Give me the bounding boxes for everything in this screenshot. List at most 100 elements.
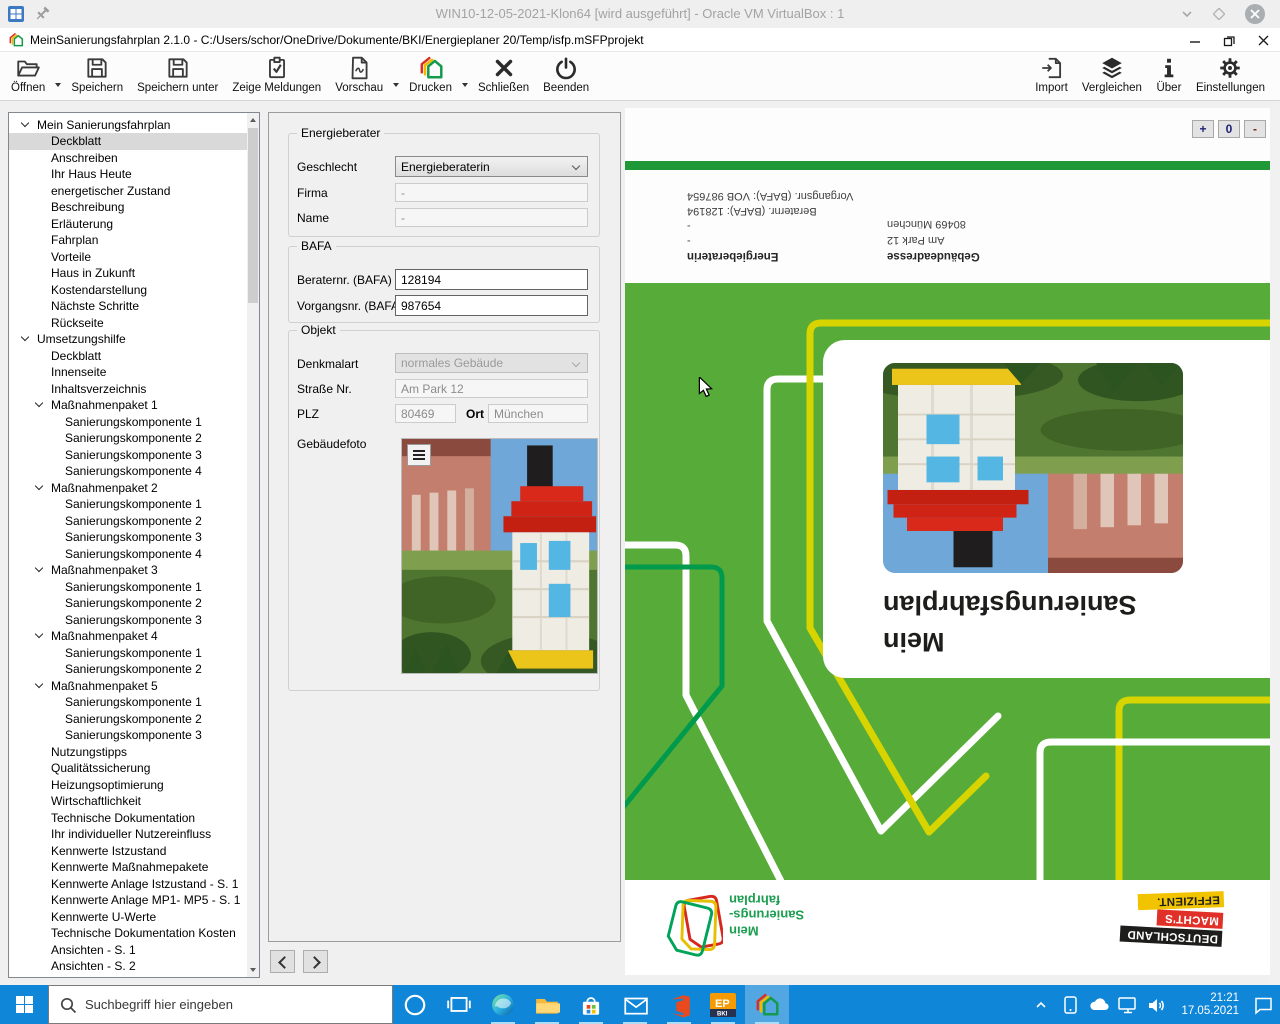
toolbar-button-import[interactable]: Import — [1028, 52, 1075, 94]
chevron-down-icon[interactable] — [35, 681, 45, 691]
taskbar-app-edge[interactable] — [481, 985, 525, 1024]
tray-onedrive-cloud-icon[interactable] — [1088, 992, 1110, 1018]
toolbar-dropdown-drucken[interactable] — [459, 52, 471, 96]
tree-item-sanierungskomponente-3[interactable]: Sanierungskomponente 3 — [9, 446, 247, 463]
tree-item-sanierungskomponente-1[interactable]: Sanierungskomponente 1 — [9, 644, 247, 661]
tree-item-maßnahmenpaket-2[interactable]: Maßnahmenpaket 2 — [9, 479, 247, 496]
tree-item-kennwerte-anlage-istzustand-s-1[interactable]: Kennwerte Anlage Istzustand - S. 1 — [9, 875, 247, 892]
denkmalart-select[interactable]: normales Gebäude — [395, 353, 588, 373]
toolbar-button-einstellungen[interactable]: Einstellungen — [1189, 52, 1272, 94]
chevron-down-icon[interactable] — [35, 400, 45, 410]
tree-item-maßnahmenpaket-5[interactable]: Maßnahmenpaket 5 — [9, 677, 247, 694]
toolbar-button-schließen[interactable]: Schließen — [471, 52, 536, 96]
tree-item-sanierungskomponente-4[interactable]: Sanierungskomponente 4 — [9, 463, 247, 480]
tree-item-deckblatt[interactable]: Deckblatt — [9, 347, 247, 364]
tree-item-sanierungskomponente-2[interactable]: Sanierungskomponente 2 — [9, 710, 247, 727]
taskbar-app-office[interactable] — [657, 985, 701, 1024]
tree-item-ansichten-s-1[interactable]: Ansichten - S. 1 — [9, 941, 247, 958]
taskbar-search[interactable]: Suchbegriff hier eingeben — [48, 985, 393, 1024]
tree-item-sanierungskomponente-4[interactable]: Sanierungskomponente 4 — [9, 545, 247, 562]
tree-scrollbar[interactable] — [247, 113, 259, 977]
tree-item-vorteile[interactable]: Vorteile — [9, 248, 247, 265]
toolbar-button-speichern-unter[interactable]: Speichern unter — [130, 52, 225, 96]
tree-item-sanierungskomponente-1[interactable]: Sanierungskomponente 1 — [9, 578, 247, 595]
toolbar-dropdown-vorschau[interactable] — [390, 52, 402, 96]
toolbar-button-zeige-meldungen[interactable]: Zeige Meldungen — [225, 52, 328, 96]
restore-button[interactable] — [1212, 30, 1246, 50]
tray-chevron-up-icon[interactable] — [1030, 992, 1052, 1018]
taskbar-app-msfp-house[interactable] — [745, 985, 789, 1024]
vm-restore-icon[interactable] — [1206, 4, 1232, 24]
tree-item-beschreibung[interactable]: Beschreibung — [9, 199, 247, 216]
vm-chevron-down-icon[interactable] — [1174, 4, 1200, 24]
toolbar-button-vorschau[interactable]: Vorschau — [328, 52, 390, 96]
tree-item-sanierungskomponente-2[interactable]: Sanierungskomponente 2 — [9, 430, 247, 447]
strasse-field[interactable] — [395, 379, 588, 398]
tree-item-sanierungskomponente-3[interactable]: Sanierungskomponente 3 — [9, 727, 247, 744]
tree-item-kennwerte-u-werte[interactable]: Kennwerte U-Werte — [9, 908, 247, 925]
tree-item-energetischer-zustand[interactable]: energetischer Zustand — [9, 182, 247, 199]
tree-item-technische-dokumentation-kosten[interactable]: Technische Dokumentation Kosten — [9, 925, 247, 942]
toolbar-button-öffnen[interactable]: Öffnen — [4, 52, 52, 96]
tree-item-maßnahmenpaket-1[interactable]: Maßnahmenpaket 1 — [9, 397, 247, 414]
scroll-up-arrow-icon[interactable] — [247, 113, 259, 127]
tree-item-nutzungstipps[interactable]: Nutzungstipps — [9, 743, 247, 760]
beraternr-field[interactable] — [395, 269, 588, 290]
tree-item-kennwerte-maßnahmepakete[interactable]: Kennwerte Maßnahmepakete — [9, 859, 247, 876]
toolbar-button-drucken[interactable]: Drucken — [402, 52, 459, 96]
tree-item-kostendarstellung[interactable]: Kostendarstellung — [9, 281, 247, 298]
chevron-down-icon[interactable] — [35, 565, 45, 575]
tree-item-innenseite[interactable]: Innenseite — [9, 364, 247, 381]
tree-item-nächste-schritte[interactable]: Nächste Schritte — [9, 298, 247, 315]
scroll-down-arrow-icon[interactable] — [247, 963, 259, 977]
zoom-reset-button[interactable]: 0 — [1218, 120, 1240, 138]
chevron-down-icon[interactable] — [35, 483, 45, 493]
tree-item-sanierungskomponente-1[interactable]: Sanierungskomponente 1 — [9, 413, 247, 430]
taskbar-app-task-view[interactable] — [437, 985, 481, 1024]
vm-close-icon[interactable] — [1242, 4, 1268, 24]
toolbar-button-vergleichen[interactable]: Vergleichen — [1075, 52, 1149, 94]
tray-device-icon[interactable] — [1059, 992, 1081, 1018]
tree-item-umsetzungshilfe[interactable]: Umsetzungshilfe — [9, 331, 247, 348]
zoom-out-button[interactable]: - — [1244, 120, 1266, 138]
taskbar-app-file-explorer[interactable] — [525, 985, 569, 1024]
start-button[interactable] — [0, 985, 48, 1024]
tree-item-ihr-haus-heute[interactable]: Ihr Haus Heute — [9, 166, 247, 183]
tree-item-maßnahmenpaket-3[interactable]: Maßnahmenpaket 3 — [9, 562, 247, 579]
tree-item-wirtschaftlichkeit[interactable]: Wirtschaftlichkeit — [9, 793, 247, 810]
tree-item-kennwerte-istzustand[interactable]: Kennwerte Istzustand — [9, 842, 247, 859]
minimize-button[interactable] — [1178, 30, 1212, 50]
tree-item-sanierungskomponente-1[interactable]: Sanierungskomponente 1 — [9, 496, 247, 513]
firma-field[interactable] — [395, 183, 588, 202]
photo-menu-button[interactable] — [407, 444, 431, 466]
close-button[interactable] — [1246, 30, 1280, 50]
tree-item-deckblatt[interactable]: Deckblatt — [9, 133, 247, 150]
chevron-down-icon[interactable] — [21, 334, 31, 344]
name-field[interactable] — [395, 208, 588, 227]
tree-item-qualitätssicherung[interactable]: Qualitätssicherung — [9, 760, 247, 777]
preview-scroll-area[interactable] — [1270, 103, 1280, 985]
taskbar-app-cortana[interactable] — [393, 985, 437, 1024]
taskbar-app-ep-bki[interactable] — [701, 985, 745, 1024]
action-center-icon[interactable] — [1252, 992, 1274, 1018]
taskbar-app-store[interactable] — [569, 985, 613, 1024]
prev-page-button[interactable] — [270, 950, 295, 973]
tree-item-haus-in-zukunft[interactable]: Haus in Zukunft — [9, 265, 247, 282]
tree-item-sanierungskomponente-3[interactable]: Sanierungskomponente 3 — [9, 611, 247, 628]
tree-item-sanierungskomponente-1[interactable]: Sanierungskomponente 1 — [9, 694, 247, 711]
tree-item-sanierungskomponente-2[interactable]: Sanierungskomponente 2 — [9, 595, 247, 612]
scrollbar-thumb[interactable] — [248, 128, 258, 303]
tree-item-anschreiben[interactable]: Anschreiben — [9, 149, 247, 166]
ort-field[interactable] — [488, 404, 588, 423]
gebaeudefoto-image[interactable] — [401, 438, 598, 674]
chevron-down-icon[interactable] — [35, 631, 45, 641]
tree-item-ansichten-s-2[interactable]: Ansichten - S. 2 — [9, 958, 247, 975]
tree-item-maßnahmenpaket-4[interactable]: Maßnahmenpaket 4 — [9, 628, 247, 645]
tree-item-erläuterung[interactable]: Erläuterung — [9, 215, 247, 232]
chevron-down-icon[interactable] — [21, 120, 31, 130]
next-page-button[interactable] — [303, 950, 328, 973]
vorgangsnr-field[interactable] — [395, 295, 588, 316]
tray-network-icon[interactable] — [1117, 992, 1139, 1018]
toolbar-button-über[interactable]: Über — [1149, 52, 1189, 94]
toolbar-button-beenden[interactable]: Beenden — [536, 52, 596, 96]
